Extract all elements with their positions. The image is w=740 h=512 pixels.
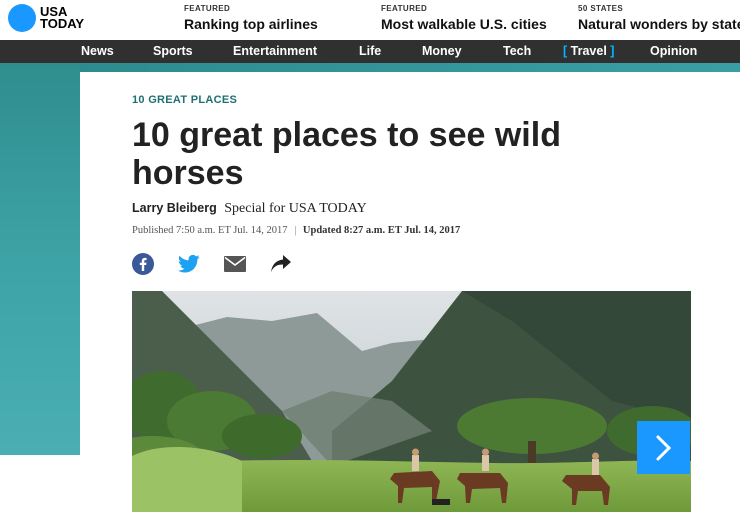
photo-scene (132, 291, 691, 512)
nav-item-money[interactable]: Money (422, 40, 462, 63)
nav-item-sports[interactable]: Sports (153, 40, 193, 63)
updated-time: Updated 8:27 a.m. ET Jul. 14, 2017 (302, 225, 461, 236)
twitter-icon (178, 254, 200, 273)
dateline-separator: | (294, 225, 297, 236)
promo-kicker: FEATURED (184, 4, 231, 13)
nav-item-tech[interactable]: Tech (503, 40, 531, 63)
usa-today-logo[interactable]: USA TODAY (8, 4, 84, 32)
published-time: Published 7:50 a.m. ET Jul. 14, 2017 (132, 225, 288, 236)
share-arrow-icon (271, 255, 291, 272)
main-nav: News Sports Entertainment Life Money Tec… (0, 40, 740, 63)
nav-item-opinion[interactable]: Opinion (650, 40, 697, 63)
author-name[interactable]: Larry Bleiberg (132, 201, 217, 215)
next-slide-button[interactable] (637, 421, 690, 474)
nav-item-life[interactable]: Life (359, 40, 381, 63)
article-headline: 10 great places to see wild horses (132, 116, 561, 192)
nav-item-news[interactable]: News (81, 40, 114, 63)
promo-link-walkable-cities[interactable]: FEATURED Most walkable U.S. cities (381, 4, 547, 32)
logo-line-2: TODAY (40, 16, 85, 31)
email-icon (224, 256, 246, 272)
dateline: Published 7:50 a.m. ET Jul. 14, 2017 | U… (132, 225, 460, 236)
article: 10 GREAT PLACES 10 great places to see w… (80, 72, 740, 512)
article-kicker[interactable]: 10 GREAT PLACES (132, 94, 237, 106)
facebook-share-button[interactable] (131, 252, 155, 276)
nav-item-entertainment[interactable]: Entertainment (233, 40, 317, 63)
nav-item-travel[interactable]: [ Travel ] (563, 40, 614, 63)
email-share-button[interactable] (223, 252, 247, 276)
facebook-icon (132, 253, 154, 275)
logo-text: USA TODAY (40, 5, 85, 31)
logo-circle-icon (8, 4, 36, 32)
promo-link-natural-wonders[interactable]: 50 STATES Natural wonders by state (578, 4, 740, 32)
nav-item-travel-label: Travel (570, 44, 607, 58)
more-share-button[interactable] (269, 252, 293, 276)
lead-photo-horseback-riders-valley[interactable] (132, 291, 691, 512)
nav-bracket-close: ] (610, 44, 615, 58)
top-promo-bar: USA TODAY FEATURED Ranking top airlines … (0, 0, 740, 40)
promo-title: Natural wonders by state (578, 16, 740, 32)
author-description: Special for USA TODAY (224, 201, 367, 216)
section-sidebar-decoration (0, 63, 80, 455)
promo-title: Most walkable U.S. cities (381, 16, 547, 32)
chevron-right-icon (656, 435, 671, 460)
section-accent-bar (0, 63, 740, 72)
nav-bracket-open: [ (563, 44, 568, 58)
byline: Larry Bleiberg Special for USA TODAY (132, 201, 367, 217)
twitter-share-button[interactable] (177, 252, 201, 276)
promo-kicker: 50 STATES (578, 4, 624, 13)
promo-kicker: FEATURED (381, 4, 428, 13)
promo-link-airlines[interactable]: FEATURED Ranking top airlines (184, 4, 318, 32)
promo-title: Ranking top airlines (184, 16, 318, 32)
